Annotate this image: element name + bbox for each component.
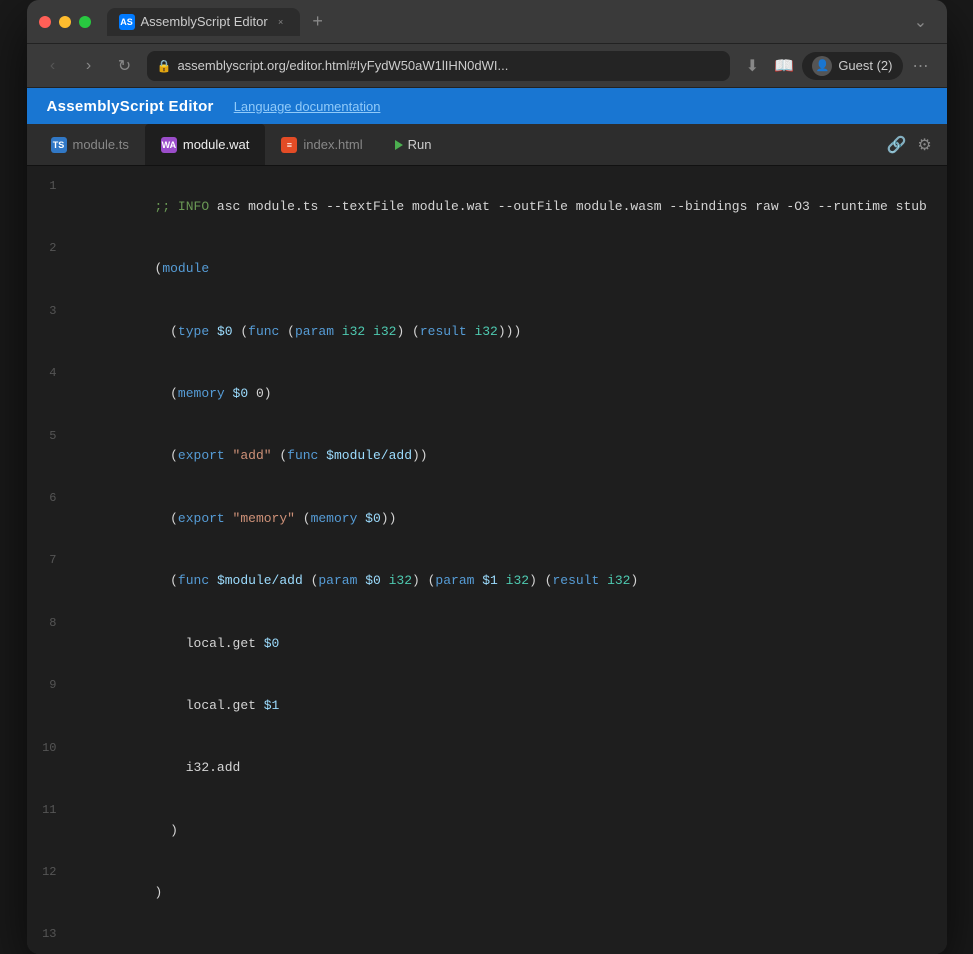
- line-number-9: 9: [27, 676, 77, 695]
- line-number-4: 4: [27, 364, 77, 383]
- address-text: assemblyscript.org/editor.html#IyFydW50a…: [177, 58, 508, 73]
- line-content-5: (export "add" (func $module/add)): [77, 426, 428, 488]
- html-file-icon: ≡: [281, 137, 297, 153]
- traffic-lights: [39, 16, 91, 28]
- user-avatar-icon: 👤: [812, 56, 832, 76]
- minimize-window-button[interactable]: [59, 16, 71, 28]
- tab-module-wat[interactable]: WA module.wat: [145, 124, 265, 165]
- app-bar: AssemblyScript Editor Language documenta…: [27, 88, 947, 124]
- editor-container: TS module.ts WA module.wat ≡ index.html …: [27, 124, 947, 954]
- file-tabs: TS module.ts WA module.wat ≡ index.html …: [27, 124, 947, 166]
- close-window-button[interactable]: [39, 16, 51, 28]
- refresh-button[interactable]: ↻: [111, 52, 139, 80]
- run-button[interactable]: Run: [383, 133, 444, 156]
- nav-bar: ‹ › ↻ 🔒 assemblyscript.org/editor.html#I…: [27, 44, 947, 88]
- line-number-13: 13: [27, 925, 77, 944]
- code-line-4: 4 (memory $0 0): [27, 363, 947, 425]
- line-content-7: (func $module/add (param $0 i32) (param …: [77, 550, 639, 612]
- line-content-6: (export "memory" (memory $0)): [77, 488, 397, 550]
- ts-file-icon: TS: [51, 137, 67, 153]
- line-number-10: 10: [27, 739, 77, 758]
- code-line-10: 10 i32.add: [27, 738, 947, 800]
- line-number-2: 2: [27, 239, 77, 258]
- code-line-12: 12 ): [27, 862, 947, 924]
- browser-tab-active[interactable]: AS AssemblyScript Editor ×: [107, 8, 300, 36]
- new-tab-button[interactable]: +: [304, 8, 332, 36]
- wat-file-icon: WA: [161, 137, 177, 153]
- code-line-8: 8 local.get $0: [27, 613, 947, 675]
- app-title: AssemblyScript Editor: [47, 98, 214, 115]
- guest-label: Guest (2): [838, 58, 892, 73]
- line-content-2: (module: [77, 238, 210, 300]
- tab-label-module-wat: module.wat: [183, 137, 249, 152]
- line-content-8: local.get $0: [77, 613, 280, 675]
- code-line-1: 1 ;; INFO asc module.ts --textFile modul…: [27, 176, 947, 238]
- back-button[interactable]: ‹: [39, 52, 67, 80]
- tab-close-button[interactable]: ×: [274, 15, 288, 29]
- guest-user-button[interactable]: 👤 Guest (2): [802, 52, 902, 80]
- browser-window: AS AssemblyScript Editor × + ⌄ ‹ › ↻ 🔒 a…: [27, 0, 947, 954]
- tab-favicon: AS: [119, 14, 135, 30]
- tab-label-index-html: index.html: [303, 137, 362, 152]
- line-content-1: ;; INFO asc module.ts --textFile module.…: [77, 176, 927, 238]
- title-bar: AS AssemblyScript Editor × + ⌄: [27, 0, 947, 44]
- code-line-5: 5 (export "add" (func $module/add)): [27, 426, 947, 488]
- more-options-button[interactable]: ⋯: [907, 52, 935, 80]
- maximize-window-button[interactable]: [79, 16, 91, 28]
- link-button[interactable]: 🔗: [883, 131, 911, 159]
- address-bar[interactable]: 🔒 assemblyscript.org/editor.html#IyFydW5…: [147, 51, 731, 81]
- lock-icon: 🔒: [157, 59, 172, 73]
- tab-index-html[interactable]: ≡ index.html: [265, 124, 378, 165]
- run-icon: [395, 140, 403, 150]
- tab-module-ts[interactable]: TS module.ts: [35, 124, 145, 165]
- code-line-11: 11 ): [27, 800, 947, 862]
- code-line-7: 7 (func $module/add (param $0 i32) (para…: [27, 550, 947, 612]
- code-line-13: 13: [27, 925, 947, 944]
- line-number-7: 7: [27, 551, 77, 570]
- tab-bar: AS AssemblyScript Editor × +: [107, 8, 899, 36]
- line-number-11: 11: [27, 801, 77, 820]
- forward-button[interactable]: ›: [75, 52, 103, 80]
- line-content-3: (type $0 (func (param i32 i32) (result i…: [77, 301, 522, 363]
- code-line-6: 6 (export "memory" (memory $0)): [27, 488, 947, 550]
- tab-title: AssemblyScript Editor: [141, 14, 268, 29]
- reader-mode-button[interactable]: 📖: [770, 52, 798, 80]
- code-line-3: 3 (type $0 (func (param i32 i32) (result…: [27, 301, 947, 363]
- line-number-6: 6: [27, 489, 77, 508]
- line-number-3: 3: [27, 302, 77, 321]
- run-label: Run: [408, 137, 432, 152]
- settings-button[interactable]: ⚙: [911, 131, 939, 159]
- line-content-11: ): [77, 800, 178, 862]
- line-number-12: 12: [27, 863, 77, 882]
- code-editor[interactable]: 1 ;; INFO asc module.ts --textFile modul…: [27, 166, 947, 954]
- download-button[interactable]: ⬇: [738, 52, 766, 80]
- line-content-4: (memory $0 0): [77, 363, 272, 425]
- code-line-9: 9 local.get $1: [27, 675, 947, 737]
- line-number-8: 8: [27, 614, 77, 633]
- language-doc-link[interactable]: Language documentation: [234, 99, 381, 114]
- line-content-12: ): [77, 862, 163, 924]
- chevron-down-icon[interactable]: ⌄: [907, 8, 935, 36]
- line-number-5: 5: [27, 427, 77, 446]
- code-line-2: 2 (module: [27, 238, 947, 300]
- line-content-9: local.get $1: [77, 675, 280, 737]
- tab-label-module-ts: module.ts: [73, 137, 129, 152]
- nav-right-actions: ⬇ 📖 👤 Guest (2) ⋯: [738, 52, 934, 80]
- line-content-10: i32.add: [77, 738, 241, 800]
- line-number-1: 1: [27, 177, 77, 196]
